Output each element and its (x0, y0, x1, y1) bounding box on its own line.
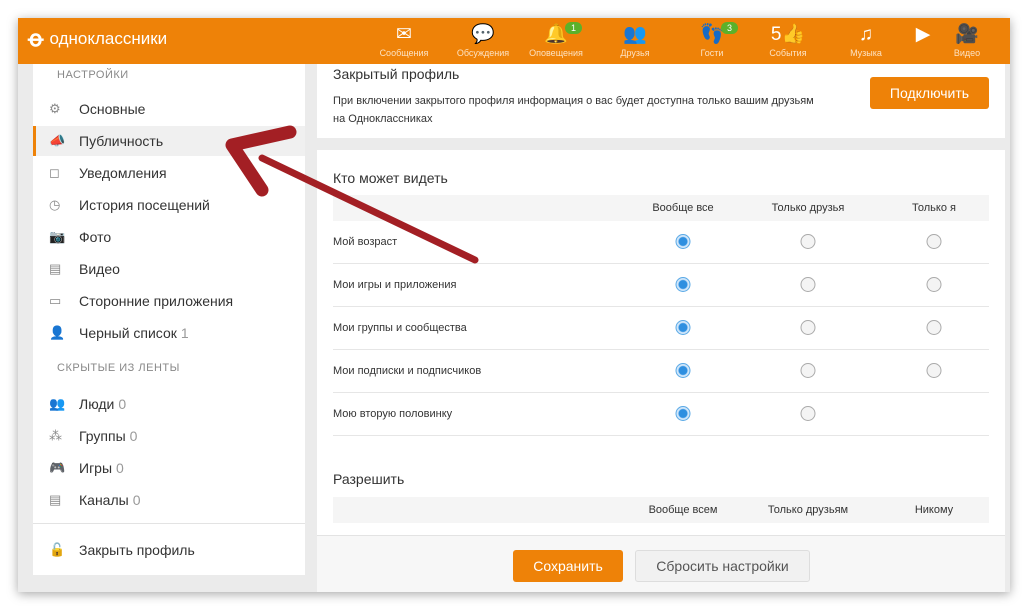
annotation-arrow (225, 125, 479, 264)
